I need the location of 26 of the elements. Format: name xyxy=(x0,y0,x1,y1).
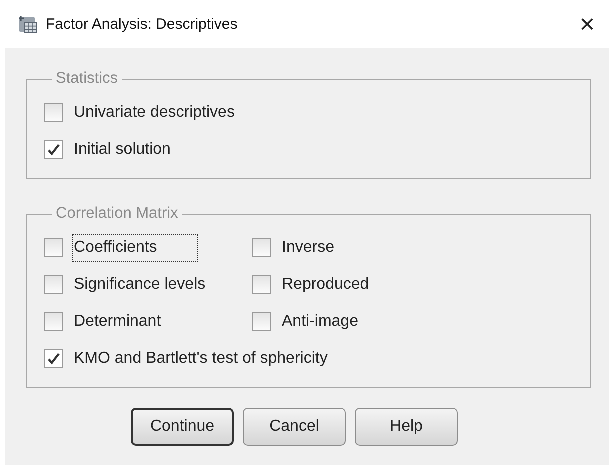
dialog-button[interactable]: Cancel xyxy=(243,408,346,446)
checkbox-label[interactable]: Determinant xyxy=(72,308,164,336)
checkbox[interactable] xyxy=(252,275,271,294)
group-title: Statistics xyxy=(55,70,120,88)
checkbox-label[interactable]: Univariate descriptives xyxy=(72,98,237,126)
checkbox-label[interactable]: KMO and Bartlett's test of sphericity xyxy=(72,344,330,372)
group-title: Correlation Matrix xyxy=(55,205,180,223)
checkbox[interactable] xyxy=(44,312,63,331)
checkbox[interactable] xyxy=(252,312,271,331)
checkbox[interactable] xyxy=(44,275,63,294)
checkbox-label[interactable]: Significance levels xyxy=(72,270,208,298)
checkbox-label[interactable]: Reproduced xyxy=(280,270,372,298)
app-icon xyxy=(18,14,38,34)
dialog-button[interactable]: Help xyxy=(355,408,458,446)
checkbox[interactable] xyxy=(252,238,271,257)
checkbox[interactable] xyxy=(44,349,63,368)
checkbox-label[interactable]: Inverse xyxy=(280,234,336,262)
close-button[interactable]: × xyxy=(580,11,595,37)
checkbox-label[interactable]: Coefficients xyxy=(72,234,198,262)
checkbox-label[interactable]: Anti-image xyxy=(280,308,360,336)
dialog-button[interactable]: Continue xyxy=(131,408,234,446)
window-title: Factor Analysis: Descriptives xyxy=(46,16,239,32)
checkbox-label[interactable]: Initial solution xyxy=(72,136,173,164)
checkbox[interactable] xyxy=(44,238,63,257)
checkbox[interactable] xyxy=(44,140,63,159)
checkbox[interactable] xyxy=(44,103,63,122)
